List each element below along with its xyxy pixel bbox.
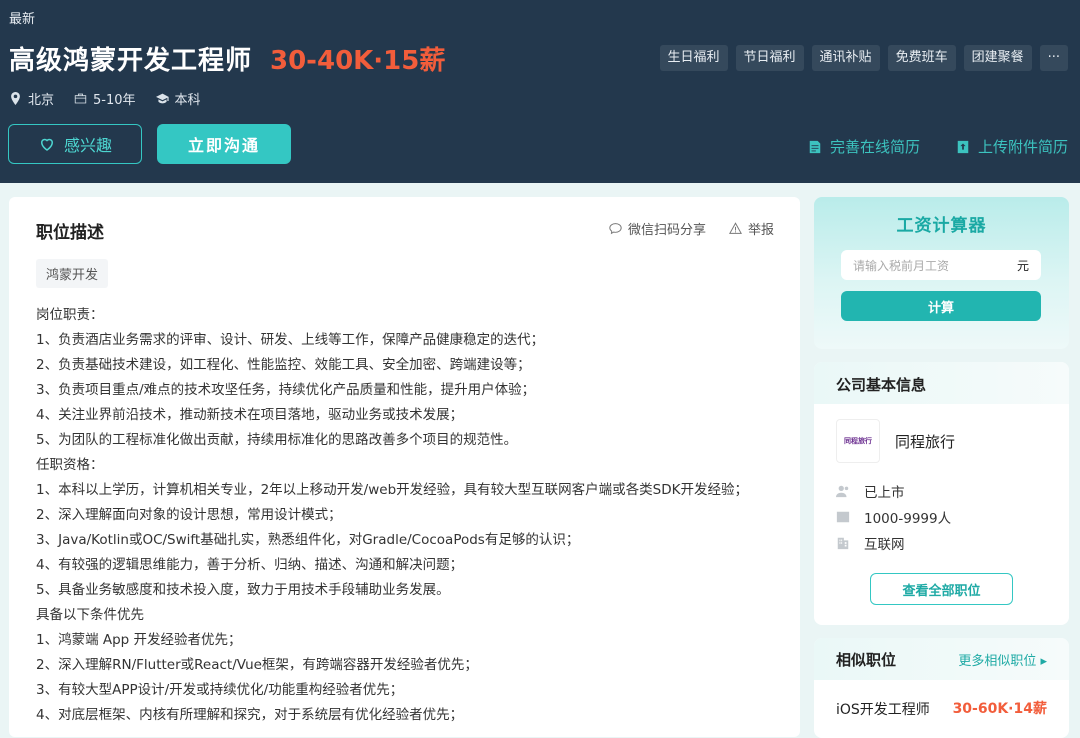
description-line: 5、具备业务敏感度和技术投入度，致力于用技术手段辅助业务发展。 — [36, 582, 450, 598]
description-line: 4、关注业界前沿技术，推动新技术在项目落地，驱动业务或技术发展； — [36, 407, 464, 423]
benefit-tag: 节日福利 — [735, 45, 804, 71]
more-similar-jobs-link[interactable]: 更多相似职位 ▸ — [958, 650, 1047, 669]
description-line: 任职资格： — [36, 457, 104, 473]
experience-text: 5-10年 — [93, 93, 136, 108]
description-line: 5、为团队的工程标准化做出贡献，持续用标准化的思路改善多个项目的规范性。 — [36, 432, 518, 448]
location-pin-icon — [11, 92, 20, 105]
description-line: 3、Java/Kotlin或OC/Swift基础扎实，熟悉组件化，对Gradle… — [36, 532, 580, 548]
briefcase-icon — [74, 93, 87, 104]
company-stage: 已上市 — [836, 481, 905, 501]
skill-tag: 鸿蒙开发 — [36, 259, 109, 288]
meta-experience: 5-10年 — [74, 89, 136, 108]
resume-links: 完善在线简历 上传附件简历 — [808, 136, 1068, 157]
salary-input-placeholder: 请输入税前月工资 — [853, 258, 950, 273]
degree-text: 本科 — [174, 93, 201, 108]
company-size: 1000-9999人 — [836, 507, 951, 527]
description-line: 1、负责酒店业务需求的评审、设计、研发、上线等工作，保障产品健康稳定的迭代； — [36, 332, 545, 348]
chart-icon — [836, 511, 850, 523]
company-name[interactable]: 同程旅行 — [895, 431, 955, 452]
similar-job-salary: 30-60K·14薪 — [952, 701, 1047, 717]
meta-degree: 本科 — [155, 89, 201, 108]
job-meta: 北京 5-10年 本科 — [9, 89, 201, 108]
company-industry-text: 互联网 — [864, 537, 905, 553]
company-info-card: 公司基本信息 同程旅行 同程旅行 已上市 1000-9999人 互联网 查看全部… — [814, 362, 1069, 625]
interest-label: 感兴趣 — [63, 136, 112, 155]
section-title: 职位描述 — [36, 223, 104, 243]
upload-resume-label: 上传附件简历 — [977, 138, 1068, 156]
similar-jobs-card: 相似职位 更多相似职位 ▸ iOS开发工程师 30-60K·14薪 — [814, 638, 1069, 738]
similar-job-title[interactable]: iOS开发工程师 — [836, 699, 930, 719]
benefit-tag: 团建聚餐 — [963, 45, 1032, 71]
benefit-tags: 生日福利 节日福利 通讯补贴 免费班车 团建聚餐 ··· — [659, 45, 1068, 71]
report-button[interactable]: 举报 — [729, 219, 774, 238]
description-line: 岗位职责： — [36, 307, 104, 323]
job-title: 高级鸿蒙开发工程师 — [9, 46, 253, 76]
people-icon — [836, 485, 849, 498]
company-logo[interactable]: 同程旅行 — [836, 419, 880, 463]
description-line: 4、有较强的逻辑思维能力，善于分析、归纳、描述、沟通和解决问题； — [36, 557, 464, 573]
upload-file-icon — [957, 140, 969, 153]
calculate-button[interactable]: 计算 — [841, 291, 1041, 321]
heart-icon — [40, 138, 53, 151]
chat-now-button[interactable]: 立即沟通 — [157, 124, 291, 164]
city-text: 北京 — [28, 93, 55, 108]
latest-badge: 最新 — [9, 12, 36, 27]
company-stage-text: 已上市 — [864, 485, 905, 501]
currency-unit: 元 — [1016, 258, 1029, 273]
description-line: 1、鸿蒙端 App 开发经验者优先； — [36, 632, 242, 648]
document-icon — [809, 140, 821, 153]
description-line: 2、负责基础技术建设，如工程化、性能监控、效能工具、安全加密、跨端建设等； — [36, 357, 531, 373]
calculator-title: 工资计算器 — [896, 216, 987, 236]
company-size-text: 1000-9999人 — [864, 511, 952, 527]
interest-button[interactable]: 感兴趣 — [8, 124, 142, 164]
job-description-text: 岗位职责： 1、负责酒店业务需求的评审、设计、研发、上线等工作，保障产品健康稳定… — [36, 303, 776, 728]
wechat-share-button[interactable]: 微信扫码分享 — [609, 219, 706, 238]
complete-online-resume-link[interactable]: 完善在线简历 — [808, 136, 920, 157]
graduation-cap-icon — [155, 93, 169, 104]
similar-jobs-title: 相似职位 — [836, 650, 897, 669]
description-line: 1、本科以上学历，计算机相关专业，2年以上移动开发/web开发经验，具有较大型互… — [36, 482, 748, 498]
company-industry: 互联网 — [836, 533, 905, 553]
wechat-icon — [609, 223, 622, 235]
description-line: 2、深入理解RN/Flutter或React/Vue框架，有跨端容器开发经验者优… — [36, 657, 478, 673]
more-benefits-button[interactable]: ··· — [1039, 45, 1068, 71]
job-header: 最新 高级鸿蒙开发工程师 30-40K·15薪 生日福利 节日福利 通讯补贴 免… — [0, 0, 1080, 183]
view-all-jobs-button[interactable]: 查看全部职位 — [870, 573, 1013, 605]
job-salary: 30-40K·15薪 — [270, 46, 446, 76]
company-info-heading: 公司基本信息 — [814, 362, 1069, 404]
benefit-tag: 通讯补贴 — [811, 45, 880, 71]
description-line: 3、有较大型APP设计/开发或持续优化/功能重构经验者优先； — [36, 682, 404, 698]
description-line: 4、对底层框架、内核有所理解和探究，对于系统层有优化经验者优先； — [36, 707, 464, 723]
job-description-card: 职位描述 微信扫码分享 举报 鸿蒙开发 岗位职责： 1、负责酒店业务需求的评审、… — [9, 197, 800, 737]
benefit-tag: 生日福利 — [659, 45, 728, 71]
warning-icon — [729, 222, 742, 234]
complete-online-resume-label: 完善在线简历 — [829, 138, 920, 156]
share-label: 微信扫码分享 — [628, 223, 707, 238]
similar-jobs-header: 相似职位 更多相似职位 ▸ — [814, 638, 1069, 680]
salary-calculator: 工资计算器 请输入税前月工资 元 计算 — [814, 197, 1069, 349]
benefit-tag: 免费班车 — [887, 45, 956, 71]
monthly-salary-input[interactable]: 请输入税前月工资 元 — [841, 250, 1041, 280]
report-label: 举报 — [748, 223, 775, 238]
building-icon — [837, 537, 849, 550]
description-line: 2、深入理解面向对象的设计思想，常用设计模式； — [36, 507, 342, 523]
description-line: 具备以下条件优先 — [36, 607, 144, 623]
company-logo-text: 同程旅行 — [844, 437, 872, 445]
upload-resume-link[interactable]: 上传附件简历 — [956, 136, 1068, 157]
meta-city: 北京 — [9, 89, 54, 108]
description-line: 3、负责项目重点/难点的技术攻坚任务，持续优化产品质量和性能，提升用户体验； — [36, 382, 536, 398]
